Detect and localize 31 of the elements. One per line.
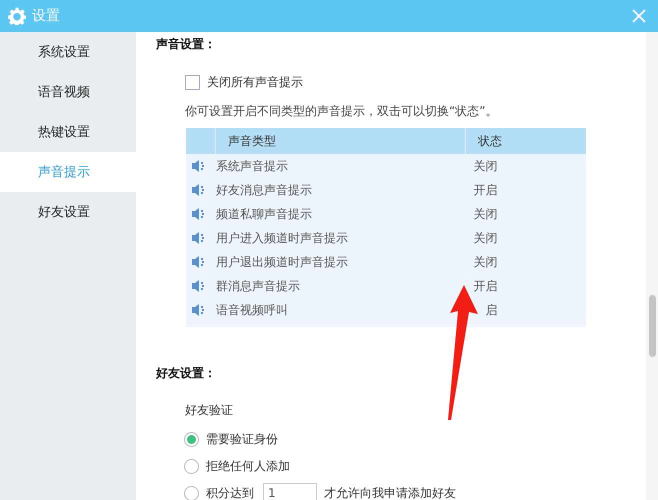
- checkbox-label: 关闭所有声音提示: [207, 74, 303, 91]
- field-label: 好友验证: [185, 402, 234, 419]
- table-cell-text: 频道私聊声音提示: [216, 206, 313, 222]
- table-cell-text: 好友消息声音提示: [216, 182, 313, 198]
- table-cell-text: 开启: [472, 182, 498, 198]
- sidebar-item[interactable]: 热键设置: [0, 112, 136, 152]
- section-heading: 声音设置：: [156, 36, 217, 53]
- table-cell-text: 关闭: [472, 230, 498, 246]
- table-cell-text: 启: [484, 302, 498, 318]
- radio-label: 才允许向我申请添加好友: [324, 484, 456, 500]
- table-cell-text: 语音视频呼叫: [216, 302, 289, 318]
- radio-label: 拒绝任何人添加: [206, 458, 290, 474]
- table-cell-text: 关闭: [472, 158, 498, 174]
- description-text: 你可设置开启不同类型的声音提示，双击可以切换“状态”。: [185, 103, 498, 120]
- table-cell-text: 关闭: [472, 254, 498, 270]
- window-title: 设置: [32, 7, 60, 25]
- radio-label: 积分达到: [206, 484, 254, 500]
- sidebar-item[interactable]: 语音视频: [0, 72, 136, 112]
- table-cell-text: 用户进入频道时声音提示: [216, 230, 349, 246]
- table-cell-text: 系统声音提示: [216, 158, 289, 174]
- section-heading: 好友设置：: [156, 365, 217, 382]
- table-cell-text: 关闭: [472, 206, 498, 222]
- sidebar-item[interactable]: 好友设置: [0, 192, 136, 232]
- sidebar-item[interactable]: 系统设置: [0, 32, 136, 72]
- column-header: 状态: [477, 132, 502, 150]
- table-cell-text: 开启: [472, 278, 498, 294]
- input-field[interactable]: 1: [263, 483, 317, 500]
- table-cell-text: 用户退出频道时声音提示: [216, 254, 349, 270]
- column-header: 声音类型: [216, 128, 466, 154]
- radio-label: 需要验证身份: [206, 430, 278, 448]
- table-cell-text: 群消息声音提示: [216, 278, 301, 294]
